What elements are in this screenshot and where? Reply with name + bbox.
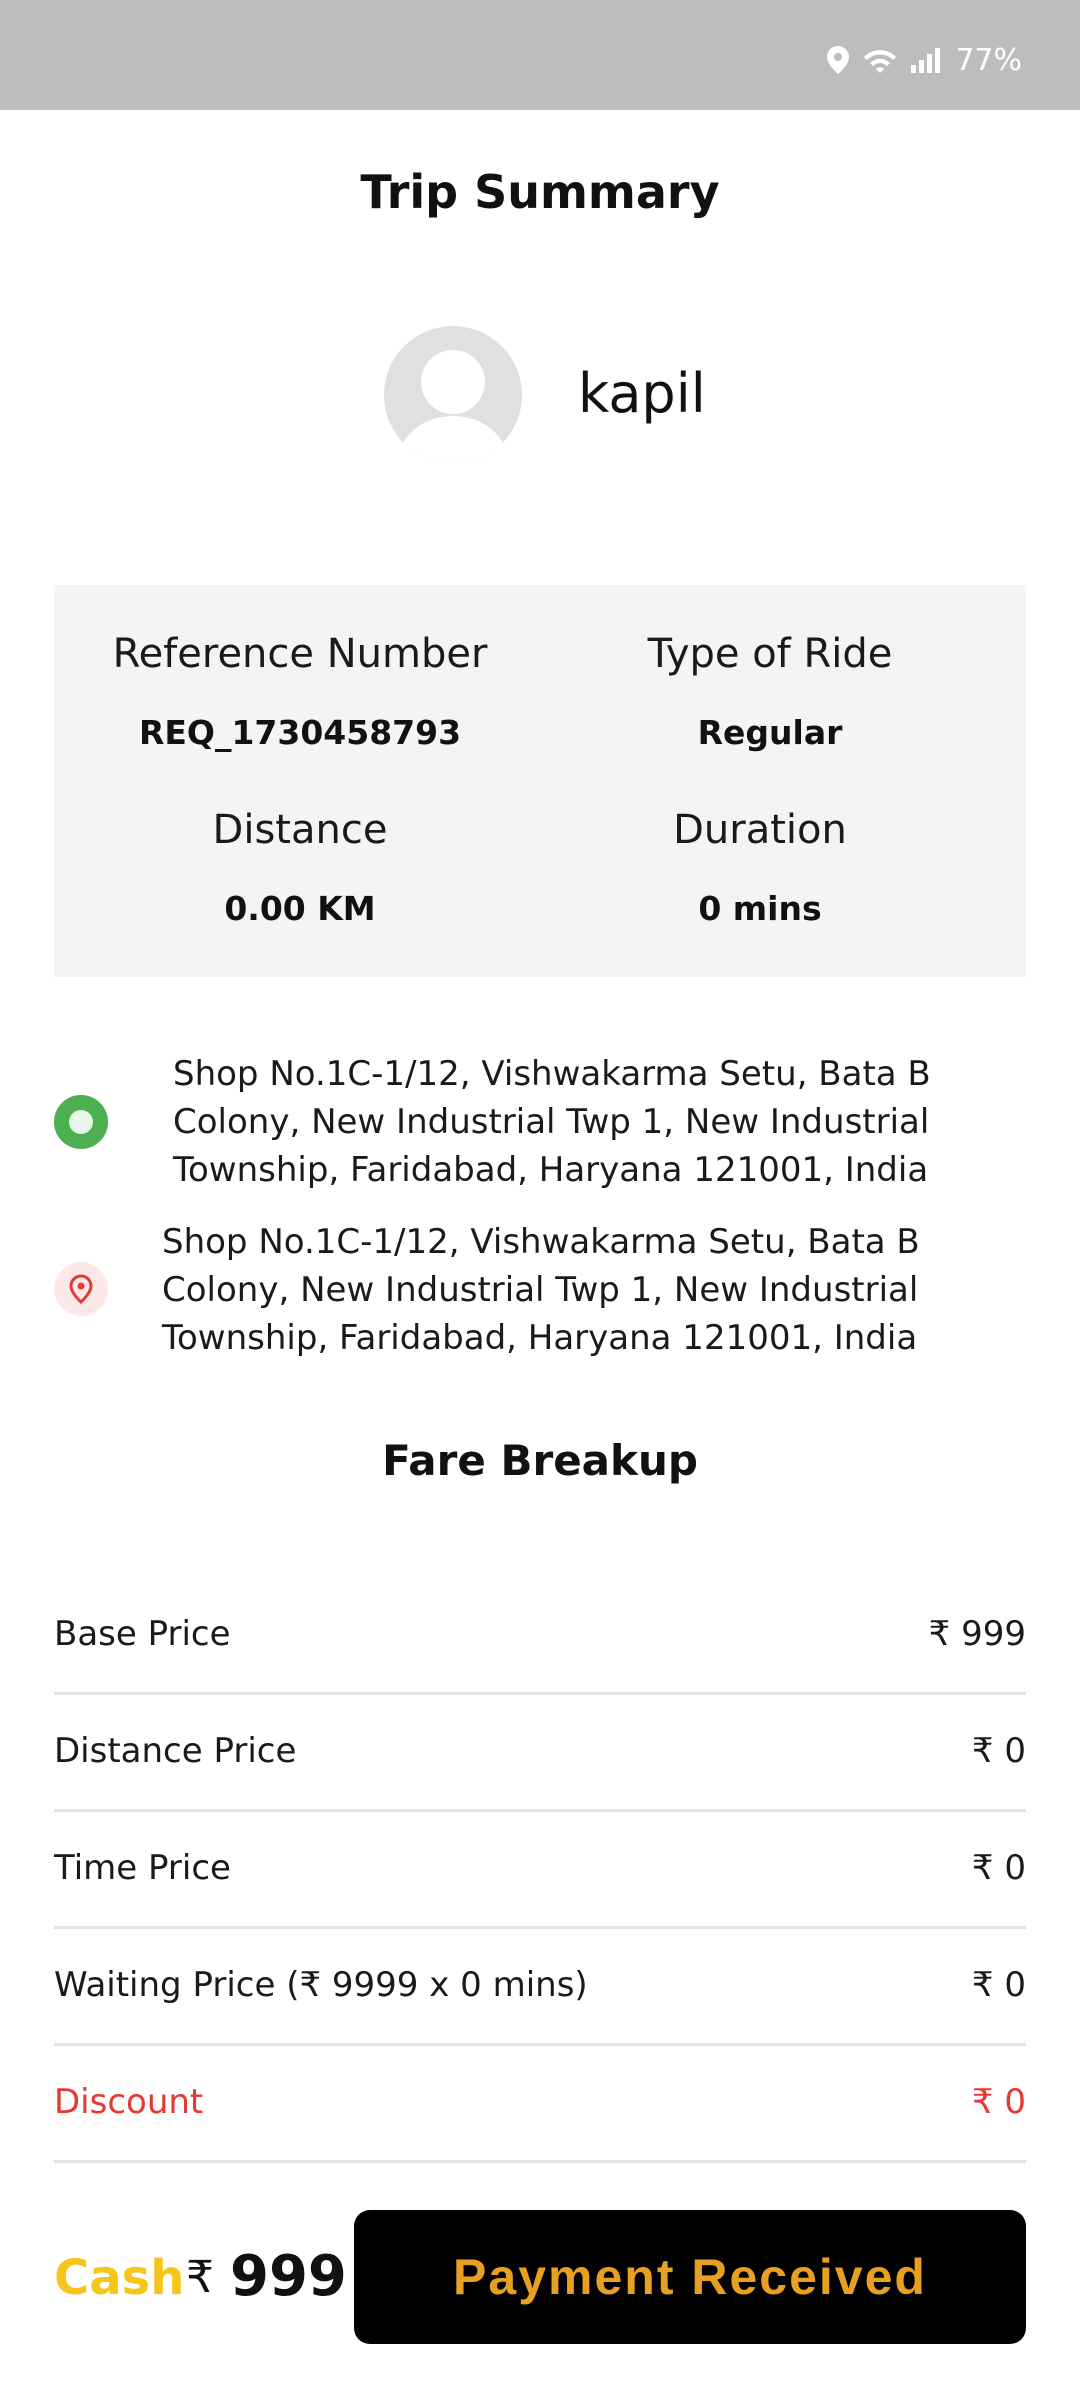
fare-label: Base Price xyxy=(54,1614,231,1654)
reference-value: REQ_1730458793 xyxy=(138,713,462,752)
fare-label: Waiting Price (₹ 9999 x 0 mins) xyxy=(54,1965,588,2005)
status-bar: 77% xyxy=(0,0,1080,110)
fare-row-distance: Distance Price ₹ 0 xyxy=(54,1695,1026,1812)
fare-row-waiting: Waiting Price (₹ 9999 x 0 mins) ₹ 0 xyxy=(54,1929,1026,2046)
battery-level: 77% xyxy=(955,42,1022,78)
fare-row-time: Time Price ₹ 0 xyxy=(54,1812,1026,1929)
page-title: Trip Summary xyxy=(360,165,720,219)
pickup-address-line: Colony, New Industrial Twp 1, New Indust… xyxy=(173,1102,930,1142)
duration-label: Duration xyxy=(673,807,847,853)
pickup-address-line: Township, Faridabad, Haryana 121001, Ind… xyxy=(173,1150,929,1190)
fare-breakup-title: Fare Breakup xyxy=(382,1436,698,1485)
fare-row-discount: Discount ₹ 0 xyxy=(54,2046,1026,2163)
fare-row-base: Base Price ₹ 999 xyxy=(54,1578,1026,1695)
rider-name: kapil xyxy=(578,362,706,425)
ride-type-value: Regular xyxy=(697,713,843,752)
avatar xyxy=(384,326,522,464)
drop-pin-icon xyxy=(54,1262,108,1316)
trip-info-card: Reference Number REQ_1730458793 Type of … xyxy=(54,585,1026,977)
pickup-address: Shop No.1C-1/12, Vishwakarma Setu, Bata … xyxy=(173,1050,931,1194)
payment-received-button[interactable]: Payment Received xyxy=(354,2210,1026,2344)
distance-value: 0.00 KM xyxy=(224,889,376,928)
pickup-dot-icon xyxy=(54,1095,108,1149)
total-amount: 999 xyxy=(230,2244,347,2309)
drop-address: Shop No.1C-1/12, Vishwakarma Setu, Bata … xyxy=(162,1218,920,1362)
distance-label: Distance xyxy=(212,807,388,853)
payment-method: Cash xyxy=(54,2250,185,2306)
signal-icon xyxy=(909,45,945,75)
fare-label: Discount xyxy=(54,2082,204,2122)
ride-type-label: Type of Ride xyxy=(647,631,893,677)
fare-value: ₹ 0 xyxy=(971,2082,1026,2122)
pickup-address-line: Shop No.1C-1/12, Vishwakarma Setu, Bata … xyxy=(173,1054,931,1094)
fare-label: Distance Price xyxy=(54,1731,297,1771)
fare-value: ₹ 0 xyxy=(971,1731,1026,1771)
reference-label: Reference Number xyxy=(112,631,488,677)
fare-value: ₹ 0 xyxy=(971,1965,1026,2005)
user-icon xyxy=(396,350,510,464)
currency-symbol: ₹ xyxy=(186,2252,214,2303)
duration-value: 0 mins xyxy=(698,889,822,928)
status-icons: 77% xyxy=(825,40,1022,80)
drop-address-line: Shop No.1C-1/12, Vishwakarma Setu, Bata … xyxy=(162,1222,920,1262)
fare-value: ₹ 0 xyxy=(971,1848,1026,1888)
wifi-icon xyxy=(861,45,899,75)
drop-address-line: Colony, New Industrial Twp 1, New Indust… xyxy=(162,1270,919,1310)
location-icon xyxy=(825,45,851,75)
fare-label: Time Price xyxy=(54,1848,231,1888)
drop-address-line: Township, Faridabad, Haryana 121001, Ind… xyxy=(162,1318,918,1358)
fare-value: ₹ 999 xyxy=(928,1614,1026,1654)
